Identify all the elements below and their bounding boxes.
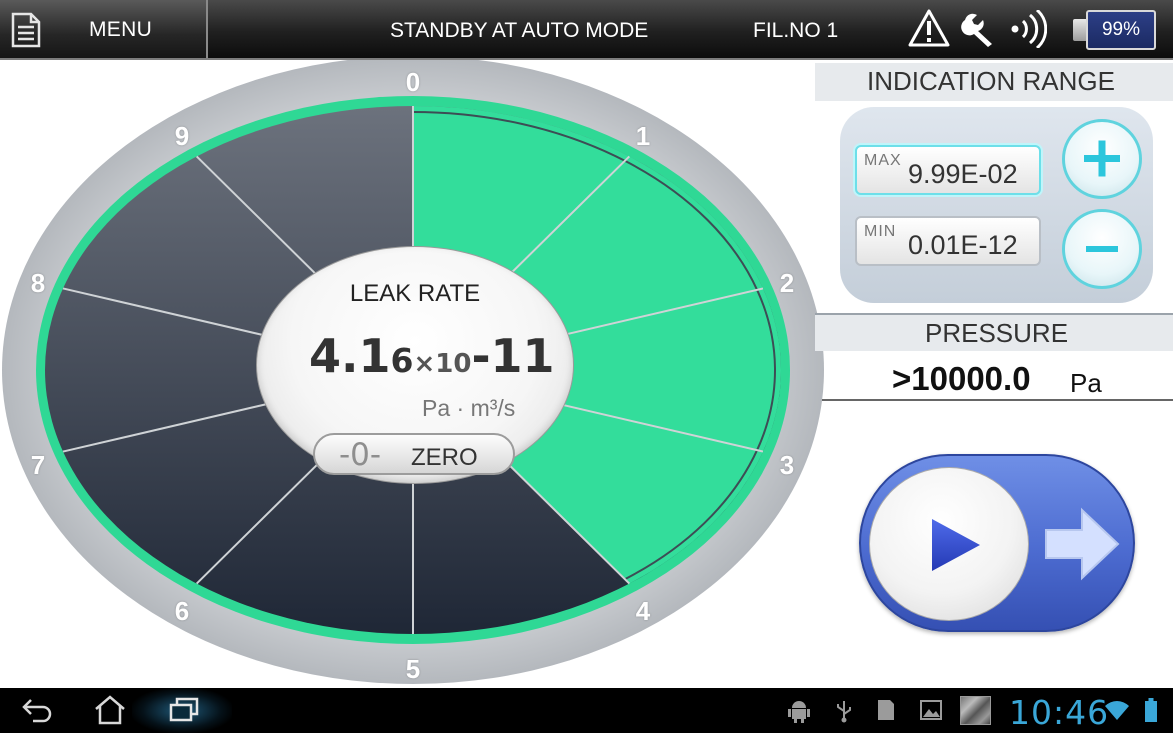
minus-icon	[1086, 246, 1118, 252]
filament-text: FIL.NO 1	[753, 19, 839, 42]
leak-rate-value: 4.16×10-11	[309, 329, 555, 383]
pressure-title: PRESSURE	[925, 318, 1069, 348]
play-icon	[932, 519, 980, 571]
dial-number-5: 5	[405, 654, 421, 684]
dial-number-8: 8	[30, 268, 46, 298]
sd-card-icon	[878, 700, 894, 720]
back-icon[interactable]	[21, 696, 55, 726]
pressure-divider	[822, 399, 1173, 401]
thumbnail-icon	[960, 696, 991, 725]
battery-icon: 99%	[1073, 10, 1156, 50]
pressure-unit: Pa	[1070, 368, 1102, 398]
pressure-value: >10000.0	[892, 360, 1031, 397]
arrow-right-icon	[1045, 507, 1120, 581]
max-value: 9.99E-02	[908, 159, 1018, 189]
dial-number-1: 1	[635, 121, 651, 151]
battery-tip	[1073, 19, 1087, 41]
min-label: MIN	[864, 223, 897, 240]
battery-percent: 99%	[1101, 19, 1141, 40]
min-value: 0.01E-12	[908, 230, 1018, 260]
wifi-icon	[1105, 701, 1129, 720]
dial-number-2: 2	[779, 268, 795, 298]
zero-icon: -0-	[339, 437, 382, 473]
home-icon[interactable]	[93, 694, 127, 726]
dial-number-9: 9	[174, 121, 190, 151]
battery-status-icon	[1145, 698, 1157, 722]
recent-apps-icon[interactable]	[168, 696, 200, 724]
usb-icon	[837, 701, 851, 723]
image-icon	[920, 700, 942, 720]
status-text: STANDBY AT AUTO MODE	[390, 19, 649, 42]
range-plus-button[interactable]	[1062, 119, 1142, 199]
clock: 10:46	[1009, 693, 1110, 732]
top-bar: MENU STANDBY AT AUTO MODE FIL.NO 1 99%	[0, 0, 1173, 60]
android-debug-icon	[788, 701, 810, 723]
menu-button[interactable]: MENU	[0, 0, 208, 58]
dial-number-7: 7	[30, 450, 46, 480]
dial-number-3: 3	[779, 450, 795, 480]
range-minus-button[interactable]	[1062, 209, 1142, 289]
menu-label: MENU	[89, 18, 153, 41]
leak-exponent: -11	[471, 329, 555, 383]
wrench-icon[interactable]	[961, 11, 999, 47]
leak-rate-title: LEAK RATE	[349, 280, 481, 307]
signal-icon[interactable]	[1007, 10, 1047, 48]
leak-mantissa-small: 6	[390, 341, 414, 380]
leak-rate-unit: Pa · m³/s	[422, 395, 516, 421]
system-nav-bar: 10:46	[0, 688, 1173, 733]
zero-label: ZERO	[411, 444, 478, 471]
min-range-field[interactable]: MIN 0.01E-12	[855, 216, 1041, 266]
plus-icon	[1084, 140, 1120, 177]
max-range-field[interactable]: MAX 9.99E-02	[855, 145, 1041, 195]
zero-button[interactable]: -0- ZERO	[313, 433, 515, 475]
dial-number-4: 4	[635, 596, 651, 626]
max-label: MAX	[864, 152, 902, 169]
start-knob	[869, 467, 1029, 621]
warning-icon[interactable]	[907, 8, 951, 48]
indication-range-title: INDICATION RANGE	[867, 66, 1115, 96]
start-button[interactable]	[859, 454, 1135, 632]
dial-number-0: 0	[405, 67, 421, 97]
dial-number-6: 6	[174, 596, 190, 626]
leak-mantissa: 4.1	[309, 329, 391, 383]
leak-times: ×10	[413, 349, 472, 379]
main-content: 0 1 2 3 4 5 6 7 8 9 LEAK RATE 4.16×10-11…	[0, 60, 1173, 688]
leak-rate-display: LEAK RATE 4.16×10-11 Pa · m³/s -0- ZERO	[256, 246, 574, 484]
document-icon	[11, 12, 41, 48]
